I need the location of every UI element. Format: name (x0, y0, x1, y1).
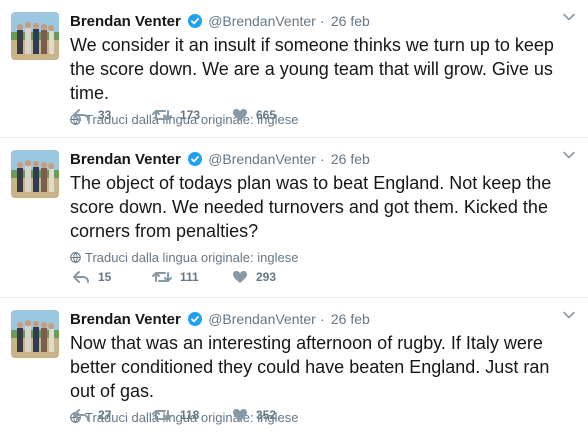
tweet-body: Brendan Venter @BrendanVenter · 26 feb T… (70, 149, 568, 267)
retweet-button[interactable]: 173 (152, 108, 232, 122)
translate-link[interactable]: Traduci dalla lingua originale: inglese (70, 249, 568, 267)
retweet-icon (152, 272, 172, 282)
header-separator: · (320, 13, 325, 29)
tweet-text: We consider it an insult if someone thin… (70, 35, 554, 103)
retweet-button[interactable]: 111 (152, 270, 232, 284)
heart-icon (233, 109, 247, 121)
like-count: 665 (256, 108, 277, 122)
tweet-date[interactable]: 26 feb (331, 151, 370, 167)
author-name[interactable]: Brendan Venter (70, 13, 181, 30)
reply-icon (73, 109, 89, 121)
like-button[interactable]: 352 (232, 408, 292, 422)
author-name[interactable]: Brendan Venter (70, 151, 181, 168)
verified-badge-icon (188, 312, 203, 326)
avatar[interactable] (11, 12, 59, 60)
tweet-date[interactable]: 26 feb (331, 311, 370, 327)
tweet[interactable]: Brendan Venter @BrendanVenter · 26 feb T… (0, 138, 588, 298)
tweet-actions: 15 111 293 (72, 270, 292, 284)
chevron-down-icon[interactable] (562, 148, 576, 162)
like-button[interactable]: 665 (232, 108, 292, 122)
verified-badge-icon (188, 14, 203, 28)
retweet-count: 173 (180, 108, 201, 122)
reply-count: 27 (98, 408, 112, 422)
reply-count: 15 (98, 270, 112, 284)
reply-icon (73, 409, 89, 421)
avatar[interactable] (11, 310, 59, 358)
tweet-header: Brendan Venter @BrendanVenter · 26 feb (70, 149, 568, 170)
translate-label: Traduci dalla lingua originale: inglese (85, 250, 299, 265)
retweet-icon (152, 110, 172, 120)
reply-count: 33 (98, 108, 112, 122)
retweet-icon (152, 410, 172, 420)
retweet-button[interactable]: 118 (152, 408, 232, 422)
reply-button[interactable]: 15 (72, 270, 152, 284)
chevron-down-icon[interactable] (562, 10, 576, 24)
tweet[interactable]: Brendan Venter @BrendanVenter · 26 feb W… (0, 0, 588, 138)
header-separator: · (320, 151, 325, 167)
tweet-header: Brendan Venter @BrendanVenter · 26 feb (70, 309, 568, 330)
tweet-text: Now that was an interesting afternoon of… (70, 333, 550, 401)
reply-button[interactable]: 27 (72, 408, 152, 422)
globe-icon (70, 250, 81, 263)
reply-icon (73, 271, 89, 283)
like-count: 293 (256, 270, 277, 284)
tweet-actions: 33 173 665 (72, 108, 292, 122)
heart-icon (233, 271, 247, 283)
header-separator: · (320, 311, 325, 327)
author-handle[interactable]: @BrendanVenter (208, 13, 316, 29)
tweet-header: Brendan Venter @BrendanVenter · 26 feb (70, 11, 568, 32)
author-handle[interactable]: @BrendanVenter (208, 311, 316, 327)
tweet-date[interactable]: 26 feb (331, 13, 370, 29)
chevron-down-icon[interactable] (562, 308, 576, 322)
reply-button[interactable]: 33 (72, 108, 152, 122)
author-name[interactable]: Brendan Venter (70, 311, 181, 328)
like-button[interactable]: 293 (232, 270, 292, 284)
like-count: 352 (256, 408, 277, 422)
tweet-feed: Brendan Venter @BrendanVenter · 26 feb W… (0, 0, 588, 437)
verified-badge-icon (188, 152, 203, 166)
tweet-text: The object of todays plan was to beat En… (70, 173, 552, 241)
heart-icon (233, 409, 247, 421)
author-handle[interactable]: @BrendanVenter (208, 151, 316, 167)
avatar[interactable] (11, 150, 59, 198)
tweet[interactable]: Brendan Venter @BrendanVenter · 26 feb N… (0, 298, 588, 437)
tweet-actions: 27 118 352 (72, 408, 292, 422)
retweet-count: 111 (180, 270, 199, 284)
retweet-count: 118 (180, 408, 200, 422)
